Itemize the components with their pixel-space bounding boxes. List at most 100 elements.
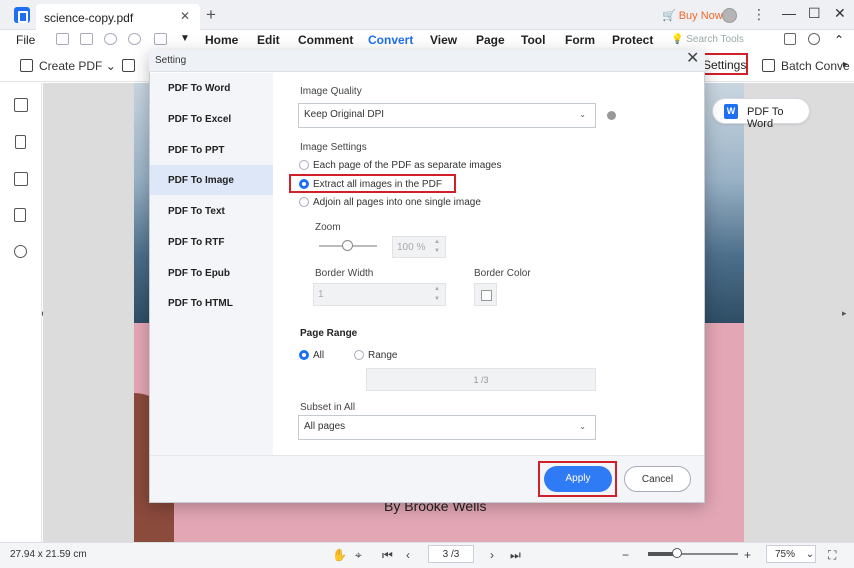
spin-up-icon[interactable]: ▲: [434, 239, 440, 245]
search-icon[interactable]: [14, 245, 27, 258]
nav-pdf-to-ppt[interactable]: PDF To PPT: [150, 135, 273, 165]
to-word-icon[interactable]: [122, 59, 135, 72]
radio-range-all-label[interactable]: All: [313, 350, 324, 361]
image-zoom-slider-thumb[interactable]: [342, 240, 353, 251]
cancel-button[interactable]: Cancel: [624, 466, 691, 492]
subset-label: Subset in All: [300, 402, 356, 413]
image-quality-value: Keep Original DPI: [304, 109, 385, 120]
radio-separate-images[interactable]: [299, 160, 309, 170]
maximize-button[interactable]: ☐: [808, 5, 821, 22]
menu-view[interactable]: View: [430, 33, 457, 47]
chevron-down-icon: ⌄: [805, 549, 815, 560]
zoom-out-icon[interactable]: −: [622, 548, 629, 562]
buy-now-button[interactable]: 🛒 Buy Now: [662, 9, 726, 22]
menu-comment[interactable]: Comment: [298, 33, 353, 47]
info-icon[interactable]: [607, 111, 616, 120]
search-tools-input[interactable]: 💡 Search Tools: [671, 34, 744, 45]
menu-page[interactable]: Page: [476, 33, 505, 47]
redo-icon[interactable]: [128, 33, 141, 45]
bookmark-icon[interactable]: [15, 135, 26, 149]
last-page-icon[interactable]: ⏭: [510, 548, 521, 563]
app-logo-icon: [14, 7, 30, 23]
zoom-value: 75%: [775, 549, 796, 560]
zoom-label: Zoom: [315, 222, 341, 233]
window-close-button[interactable]: ✕: [834, 5, 846, 22]
batch-convert-icon: [762, 59, 775, 72]
page-dimensions: 27.94 x 21.59 cm: [10, 549, 87, 560]
nav-pdf-to-rtf[interactable]: PDF To RTF: [150, 227, 273, 257]
radio-adjoin-pages[interactable]: [299, 197, 309, 207]
previous-page-icon[interactable]: ‹: [406, 548, 410, 562]
left-sidebar: [0, 83, 42, 542]
nav-pdf-to-text[interactable]: PDF To Text: [150, 196, 273, 226]
menu-form[interactable]: Form: [565, 33, 595, 47]
spin-down-icon[interactable]: ▼: [434, 296, 440, 302]
print-icon[interactable]: [154, 33, 167, 45]
new-tab-button[interactable]: +: [206, 6, 216, 23]
nav-pdf-to-excel[interactable]: PDF To Excel: [150, 104, 273, 134]
radio-separate-images-label[interactable]: Each page of the PDF as separate images: [313, 160, 501, 171]
batch-convert-button[interactable]: Batch Conve: [781, 59, 850, 73]
border-color-picker[interactable]: [474, 283, 497, 306]
external-link-icon[interactable]: [784, 33, 796, 45]
nav-pdf-to-image[interactable]: PDF To Image: [150, 165, 273, 195]
create-pdf-button[interactable]: Create PDF ⌄: [39, 59, 116, 73]
zoom-in-icon[interactable]: +: [744, 548, 751, 562]
toolbar-more-arrow-icon[interactable]: ▸: [843, 59, 848, 70]
tab-close-icon[interactable]: ✕: [180, 10, 190, 22]
image-quality-label: Image Quality: [300, 86, 362, 97]
radio-adjoin-pages-label[interactable]: Adjoin all pages into one single image: [313, 197, 481, 208]
quick-access-dropdown-icon[interactable]: ▼: [180, 33, 190, 44]
buy-now-label: Buy Now: [678, 10, 723, 22]
select-tool-icon[interactable]: ⌖: [355, 548, 362, 563]
collapse-ribbon-icon[interactable]: ⌃: [834, 33, 844, 47]
border-width-spinner[interactable]: 1 ▲ ▼: [313, 283, 446, 306]
document-tab-title: science-copy.pdf: [44, 11, 134, 25]
next-page-icon[interactable]: ›: [490, 548, 494, 562]
nav-pdf-to-html[interactable]: PDF To HTML: [150, 288, 273, 318]
create-pdf-label: Create PDF: [39, 59, 103, 73]
subset-select[interactable]: All pages ⌄: [298, 415, 596, 440]
hand-tool-icon[interactable]: ✋: [332, 548, 347, 562]
image-quality-select[interactable]: Keep Original DPI ⌄: [298, 103, 596, 128]
attachment-icon[interactable]: [14, 208, 26, 222]
cloud-upload-icon[interactable]: [808, 33, 820, 45]
more-options-icon[interactable]: ⋮: [752, 6, 766, 23]
first-page-icon[interactable]: ⏮: [382, 548, 393, 563]
menu-home[interactable]: Home: [205, 33, 238, 47]
document-tab[interactable]: science-copy.pdf: [36, 4, 200, 30]
menu-edit[interactable]: Edit: [257, 33, 280, 47]
apply-highlight: [538, 461, 617, 497]
spin-down-icon[interactable]: ▼: [434, 248, 440, 254]
radio-range-custom-label[interactable]: Range: [368, 350, 397, 361]
menu-tool[interactable]: Tool: [521, 33, 545, 47]
comment-icon[interactable]: [14, 172, 28, 186]
menu-convert[interactable]: Convert: [368, 33, 413, 47]
radio-range-all[interactable]: [299, 350, 309, 360]
nav-pdf-to-epub[interactable]: PDF To Epub: [150, 258, 273, 288]
extract-images-highlight: [289, 174, 456, 193]
create-pdf-icon: [20, 59, 33, 72]
spin-up-icon[interactable]: ▲: [434, 286, 440, 292]
lightbulb-icon: 💡: [671, 34, 687, 45]
radio-range-custom[interactable]: [354, 350, 364, 360]
zoom-select[interactable]: 75% ⌄: [766, 545, 816, 563]
nav-pdf-to-word[interactable]: PDF To Word: [150, 73, 273, 103]
image-zoom-spinner[interactable]: 100 % ▲ ▼: [392, 236, 446, 258]
expand-right-panel-arrow-icon[interactable]: ▸: [842, 308, 847, 319]
undo-icon[interactable]: [104, 33, 117, 45]
dialog-close-icon[interactable]: ✕: [686, 51, 699, 67]
zoom-slider-thumb[interactable]: [672, 548, 682, 558]
settings-button[interactable]: Settings: [698, 53, 748, 75]
page-range-input[interactable]: 1 /3: [366, 368, 596, 391]
page-number-input[interactable]: 3 /3: [428, 545, 474, 563]
word-icon: W: [724, 104, 738, 119]
thumbnails-icon[interactable]: [14, 98, 28, 112]
avatar[interactable]: [722, 8, 737, 23]
fit-page-icon[interactable]: ⛶: [828, 548, 836, 563]
save-icon[interactable]: [56, 33, 69, 45]
menu-protect[interactable]: Protect: [612, 33, 653, 47]
menu-file[interactable]: File: [16, 33, 35, 47]
minimize-button[interactable]: —: [782, 5, 796, 21]
mail-icon[interactable]: [80, 33, 93, 45]
